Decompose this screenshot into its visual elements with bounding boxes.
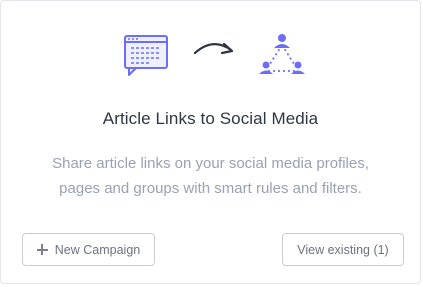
plus-icon <box>36 244 48 255</box>
curved-arrow-icon <box>193 42 234 55</box>
description-line: Share article links on your social media… <box>52 155 369 172</box>
description-line: pages and groups with smart rules and fi… <box>59 180 362 197</box>
article-document-icon <box>124 35 168 76</box>
illustration <box>124 34 305 76</box>
view-existing-label: View existing (1) <box>297 242 389 257</box>
view-existing-button[interactable]: View existing (1) <box>282 233 404 266</box>
card-title: Article Links to Social Media <box>102 109 319 128</box>
new-campaign-button[interactable]: New Campaign <box>22 233 155 266</box>
social-network-icon <box>259 34 305 74</box>
campaign-card: Article Links to Social Media Share arti… <box>0 0 421 284</box>
card-description: Share article links on your social media… <box>31 151 390 201</box>
new-campaign-label: New Campaign <box>54 242 141 257</box>
